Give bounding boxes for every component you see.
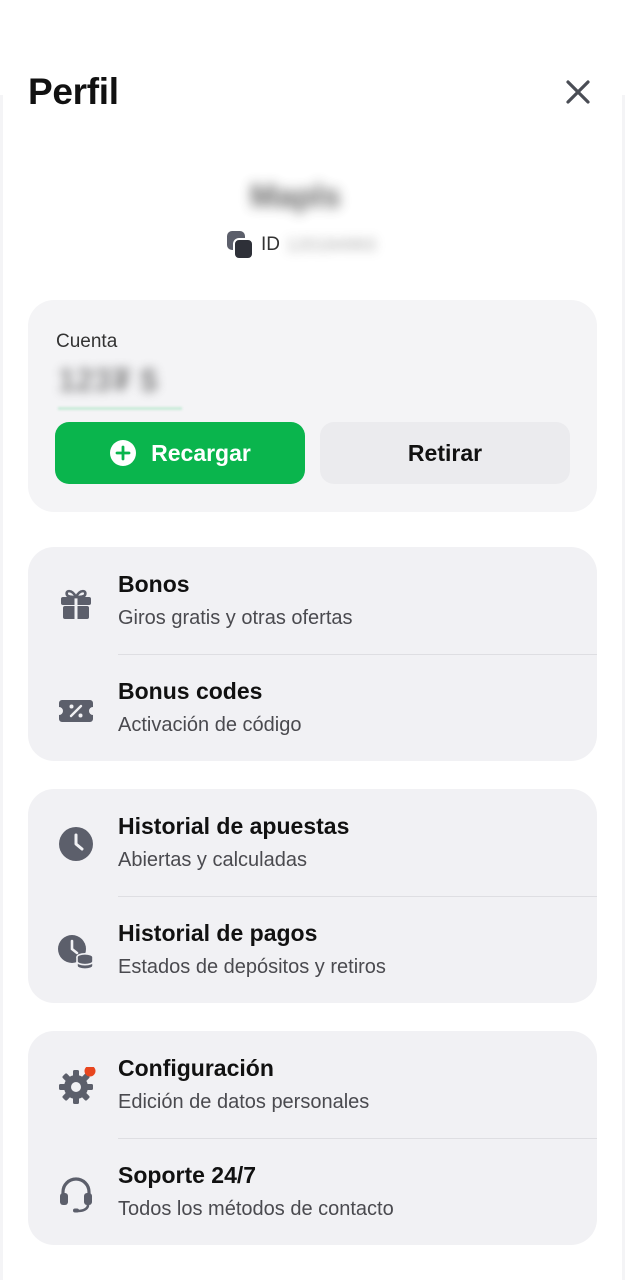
close-button[interactable] bbox=[558, 72, 598, 112]
user-name: Mapls bbox=[250, 178, 341, 214]
user-id-value: 120184993 bbox=[286, 234, 377, 255]
account-balance: 123₮ $ bbox=[58, 362, 158, 398]
menu-item-subtitle: Abiertas y calculadas bbox=[118, 849, 307, 871]
menu-group-bonuses: Bonos Giros gratis y otras ofertas Bonus… bbox=[28, 547, 597, 761]
promo-ticket-icon bbox=[59, 700, 93, 722]
balance-underline bbox=[58, 407, 182, 410]
menu-item-subtitle: Estados de depósitos y retiros bbox=[118, 956, 386, 978]
user-id-row: ID 120184993 bbox=[226, 230, 376, 260]
menu-item-title: Configuración bbox=[118, 1055, 274, 1081]
withdraw-button[interactable]: Retirar bbox=[320, 422, 570, 484]
user-id-label: ID bbox=[261, 234, 280, 255]
plus-circle-icon bbox=[110, 440, 137, 466]
account-card: Cuenta 123₮ $ Recargar Retirar bbox=[28, 300, 597, 512]
menu-item-title: Bonus codes bbox=[118, 678, 263, 704]
menu-item-title: Bonos bbox=[118, 571, 190, 597]
page-title: Perfil bbox=[28, 71, 119, 112]
menu-item-payment-history[interactable]: Historial de pagos Estados de depósitos … bbox=[28, 896, 597, 1003]
menu-group-settings: Configuración Edición de datos personale… bbox=[28, 1031, 597, 1245]
gear-icon bbox=[59, 1067, 96, 1104]
gift-icon bbox=[61, 589, 91, 619]
menu-item-subtitle: Giros gratis y otras ofertas bbox=[118, 607, 353, 629]
menu-item-bonos[interactable]: Bonos Giros gratis y otras ofertas bbox=[28, 547, 597, 655]
menu-item-bonus-codes[interactable]: Bonus codes Activación de código bbox=[28, 654, 597, 761]
payment-history-icon bbox=[58, 935, 94, 970]
recharge-button[interactable]: Recargar bbox=[55, 422, 305, 484]
user-info: Mapls ID 120184993 bbox=[0, 170, 625, 270]
menu-item-bet-history[interactable]: Historial de apuestas Abiertas y calcula… bbox=[28, 789, 597, 897]
clock-icon bbox=[59, 827, 93, 861]
menu-item-subtitle: Activación de código bbox=[118, 714, 302, 736]
menu-item-title: Historial de pagos bbox=[118, 920, 318, 946]
close-icon bbox=[566, 80, 590, 104]
account-label: Cuenta bbox=[56, 331, 118, 352]
page-edge-left bbox=[0, 95, 3, 1280]
menu-group-history: Historial de apuestas Abiertas y calcula… bbox=[28, 789, 597, 1003]
withdraw-button-label: Retirar bbox=[407, 439, 483, 466]
menu-item-title: Historial de apuestas bbox=[118, 813, 350, 839]
menu-item-title: Soporte 24/7 bbox=[118, 1162, 257, 1188]
headset-icon bbox=[60, 1177, 92, 1213]
menu-item-settings[interactable]: Configuración Edición de datos personale… bbox=[28, 1031, 597, 1139]
menu-item-subtitle: Todos los métodos de contacto bbox=[118, 1198, 394, 1220]
copy-icon[interactable] bbox=[226, 230, 254, 260]
recharge-button-label: Recargar bbox=[151, 439, 251, 466]
menu-item-support[interactable]: Soporte 24/7 Todos los métodos de contac… bbox=[28, 1138, 597, 1245]
menu-item-subtitle: Edición de datos personales bbox=[118, 1091, 370, 1113]
header: Perfil bbox=[28, 70, 598, 120]
